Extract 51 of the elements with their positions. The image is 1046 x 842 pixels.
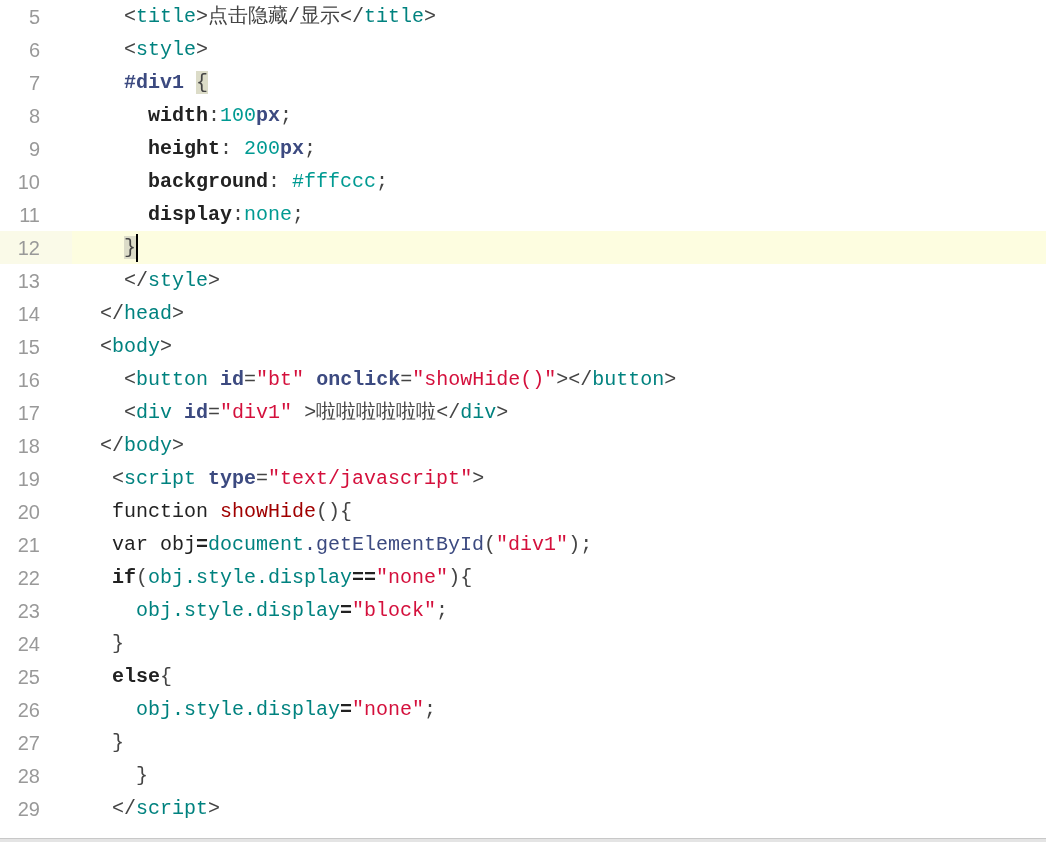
line-number: 24 [16, 631, 40, 657]
code-line: var obj=document.getElementById("div1"); [111, 531, 593, 558]
code-line: background: #fffccc; [147, 168, 389, 195]
line-number: 6 [27, 37, 40, 63]
line-number: 13 [16, 268, 40, 294]
line-number: 16 [16, 367, 40, 393]
line-number: 10 [16, 169, 40, 195]
code-line: width:100px; [147, 102, 293, 129]
code-line: } [111, 729, 125, 756]
code-line: </head> [99, 300, 185, 327]
text-cursor [136, 233, 138, 262]
line-number: 20 [16, 499, 40, 525]
line-number: 19 [16, 466, 40, 492]
line-number: 27 [16, 730, 40, 756]
code-line: obj.style.display="block"; [135, 597, 449, 624]
code-line: <button id="bt" onclick="showHide()"></button> [123, 366, 677, 393]
line-number: 21 [16, 532, 40, 558]
code-line: } [52, 232, 138, 263]
code-line: if(obj.style.display=="none"){ [111, 564, 473, 591]
code-line: <style> [123, 36, 209, 63]
code-line: <body> [99, 333, 173, 360]
line-number: 14 [16, 301, 40, 327]
code-line: obj.style.display="none"; [135, 696, 437, 723]
line-number: 17 [16, 400, 40, 426]
line-number: 28 [16, 763, 40, 789]
code-line: height: 200px; [147, 135, 317, 162]
code-line: <div id="div1" >啦啦啦啦啦啦</div> [123, 399, 509, 426]
line-number: 15 [16, 334, 40, 360]
code-line: function showHide(){ [111, 498, 353, 525]
code-line: <title>点击隐藏/显示</title> [123, 3, 437, 30]
code-line: else{ [111, 663, 173, 690]
line-number: 11 [18, 202, 40, 228]
line-number: 9 [27, 136, 40, 162]
code-line: display:none; [147, 201, 305, 228]
line-number: 12 [16, 235, 40, 261]
code-line: #div1 { [123, 69, 209, 96]
line-number: 23 [16, 598, 40, 624]
line-number: 26 [16, 697, 40, 723]
code-line: </style> [123, 267, 221, 294]
line-number: 22 [16, 565, 40, 591]
line-number: 25 [16, 664, 40, 690]
line-number: 18 [16, 433, 40, 459]
line-number: 8 [27, 103, 40, 129]
line-number: 29 [16, 796, 40, 822]
code-line: } [111, 630, 125, 657]
code-line: </body> [99, 432, 185, 459]
code-line: } [135, 762, 149, 789]
code-line: <script type="text/javascript"> [111, 465, 485, 492]
line-number: 7 [27, 70, 40, 96]
line-number: 5 [27, 4, 40, 30]
code-line: </script> [111, 795, 221, 822]
